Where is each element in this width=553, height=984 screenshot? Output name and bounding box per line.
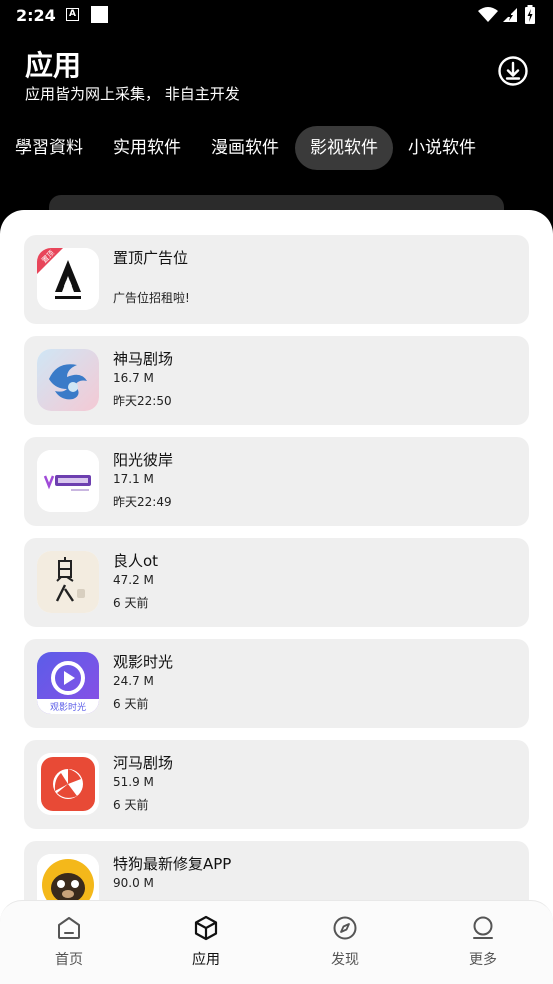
app-name: 特狗最新修复APP [113,855,232,873]
notification-a-icon: A [66,8,79,21]
shenma-app-icon [37,349,99,411]
nav-apps-label: 应用 [192,952,220,968]
box-icon [194,915,218,941]
app-size: 24.7 M [113,674,154,688]
tab-comic-software[interactable]: 漫画软件 [196,126,294,170]
liangren-app-icon [37,551,99,613]
app-size: 51.9 M [113,775,154,789]
svg-text:观影时光: 观影时光 [50,701,86,713]
app-list-item[interactable]: 神马剧场 16.7 M 昨天22:50 [24,336,529,425]
ad-description: 广告位招租啦! [113,291,190,305]
app-list-item[interactable]: 河马剧场 51.9 M 6 天前 [24,740,529,829]
page-subtitle: 应用皆为网上采集， 非自主开发 [25,85,240,103]
nav-home-label: 首页 [55,952,83,968]
nav-apps[interactable]: 应用 [161,915,251,975]
nav-more[interactable]: 更多 [438,915,528,975]
guanying-app-icon: 观影时光 [37,652,99,714]
app-list-item[interactable]: 良人ot 47.2 M 6 天前 [24,538,529,627]
signal-icon [503,8,517,22]
app-size: 16.7 M [113,371,154,385]
app-list-item[interactable]: 阳光彼岸 17.1 M 昨天22:49 [24,437,529,526]
app-name: 河马剧场 [113,754,174,772]
ad-logo-icon: 置顶 [37,248,99,310]
tab-video-software[interactable]: 影视软件 [295,126,393,170]
tab-novel-software[interactable]: 小说软件 [393,126,491,170]
app-size: 90.0 M [113,876,154,890]
nav-more-label: 更多 [469,952,497,968]
app-list-item[interactable]: 观影时光 观影时光 24.7 M 6 天前 [24,639,529,728]
download-icon[interactable] [497,55,529,87]
compass-icon [333,916,357,940]
hema-app-icon [37,753,99,815]
bottom-nav: 首页 应用 发现 更多 [0,900,553,984]
home-icon [58,917,80,939]
wifi-icon [478,7,498,22]
nav-discover[interactable]: 发现 [300,915,390,975]
profile-icon [473,916,493,939]
tab-study-materials[interactable]: 學習資料 [0,126,98,170]
app-name: 神马剧场 [113,350,174,368]
app-updated-time: 6 天前 [113,596,149,610]
notification-square-icon [91,6,108,23]
status-time: 2:24 [16,6,56,25]
app-updated-time: 6 天前 [113,798,149,812]
category-tabs: 學習資料 实用软件 漫画软件 影视软件 小说软件 [0,126,553,172]
app-updated-time: 昨天22:50 [113,394,172,408]
app-updated-time: 昨天22:49 [113,495,172,509]
battery-icon [525,5,535,24]
app-name: 置顶广告位 [113,249,189,267]
tab-utility-software[interactable]: 实用软件 [98,126,196,170]
app-name: 阳光彼岸 [113,451,174,469]
status-bar: 2:24 A [0,0,553,32]
app-size: 47.2 M [113,573,154,587]
app-list-item[interactable]: 置顶 置顶广告位 广告位招租啦! [24,235,529,324]
nav-discover-label: 发现 [331,952,359,968]
app-size: 17.1 M [113,472,154,486]
app-name: 观影时光 [113,653,174,671]
app-list-sheet: 置顶 置顶广告位 广告位招租啦! 神马剧场 16.7 M 昨天22:50 阳光彼… [0,210,553,984]
yangguang-app-icon [37,450,99,512]
nav-home[interactable]: 首页 [24,915,114,975]
page-title: 应用 [25,49,82,82]
app-updated-time: 6 天前 [113,697,149,711]
app-name: 良人ot [113,552,159,570]
